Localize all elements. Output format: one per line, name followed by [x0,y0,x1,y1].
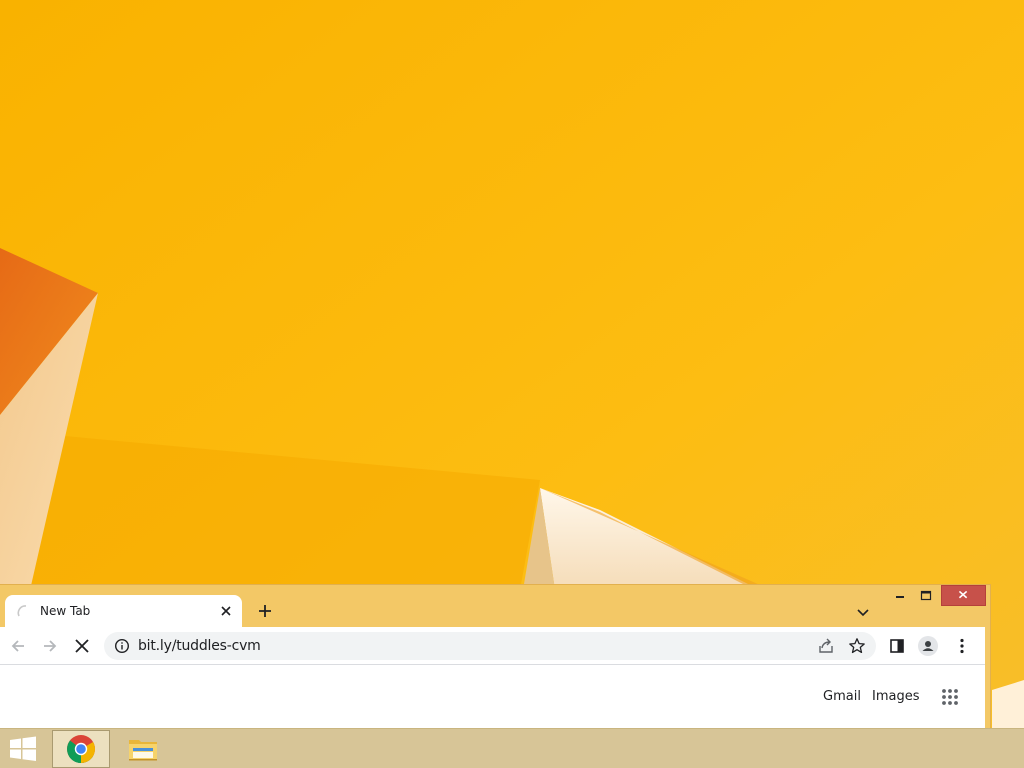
close-icon[interactable] [218,603,234,619]
side-panel-icon[interactable] [887,636,907,656]
url-text[interactable]: bit.ly/tuddles-cvm [138,638,261,654]
stop-icon[interactable] [72,636,92,656]
address-bar[interactable]: bit.ly/tuddles-cvm [104,632,876,660]
arrow-left-icon[interactable] [8,636,28,656]
minimize-icon[interactable] [889,585,911,606]
gmail-link[interactable]: Gmail [823,689,861,704]
images-link[interactable]: Images [872,689,920,704]
chrome-icon [67,735,95,763]
close-icon [958,590,968,599]
chevron-down-icon[interactable] [853,602,873,622]
taskbar [0,728,1024,768]
windows-logo-icon[interactable] [8,736,38,762]
person-icon[interactable] [918,636,938,656]
tab-new-tab[interactable]: New Tab [5,595,242,627]
arrow-right-icon[interactable] [40,636,60,656]
plus-icon[interactable] [255,601,275,621]
folder-icon [129,740,157,761]
star-icon[interactable] [848,637,866,655]
tab-strip: New Tab [0,585,990,627]
maximize-icon[interactable] [915,585,937,606]
apps-grid-icon[interactable] [940,687,960,707]
chrome-taskbar-button[interactable] [52,730,110,768]
file-explorer-taskbar-button[interactable] [120,730,166,768]
kebab-menu-icon[interactable] [952,636,972,656]
info-icon[interactable] [114,638,130,654]
page-content: Gmail Images [0,665,985,729]
loading-spinner-icon [17,605,27,617]
tab-title: New Tab [40,604,91,618]
share-icon[interactable] [817,637,835,655]
browser-toolbar: bit.ly/tuddles-cvm [0,627,985,665]
chrome-window: New Tab bit.ly/tuddles-cvm Gmail Images [0,584,991,734]
close-window-button[interactable] [941,585,986,606]
